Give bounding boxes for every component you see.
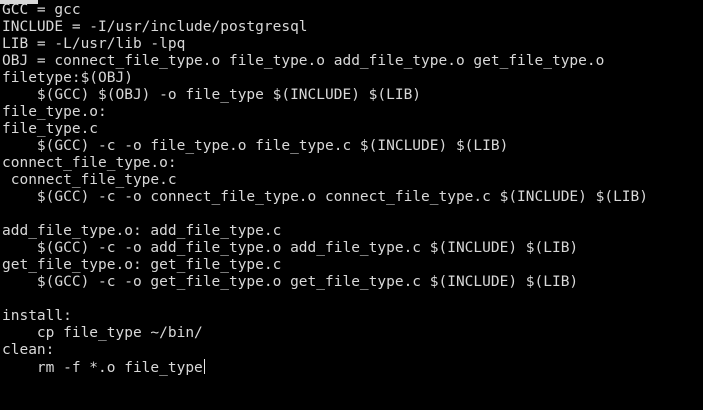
- code-line: INCLUDE = -I/usr/include/postgresql: [2, 19, 308, 35]
- code-line: connect_file_type.c: [2, 172, 177, 188]
- code-line-text: rm -f *.o file_type: [2, 360, 203, 376]
- code-line: LIB = -L/usr/lib -lpq: [2, 36, 186, 52]
- text-cursor: [203, 359, 205, 374]
- code-line: connect_file_type.o:: [2, 155, 177, 171]
- code-line: clean:: [2, 342, 55, 358]
- code-line: $(GCC) -c -o file_type.o file_type.c $(I…: [2, 138, 509, 154]
- code-line: GCC = gcc: [2, 2, 81, 18]
- code-line: $(GCC) $(OBJ) -o file_type $(INCLUDE) $(…: [2, 87, 422, 103]
- code-line: add_file_type.o: add_file_type.c: [2, 223, 282, 239]
- code-line-with-cursor: rm -f *.o file_type: [2, 359, 205, 376]
- code-line: file_type.c: [2, 121, 99, 137]
- terminal-editor[interactable]: GCC = gcc INCLUDE = -I/usr/include/postg…: [0, 0, 703, 410]
- code-line: get_file_type.o: get_file_type.c: [2, 257, 282, 273]
- code-line: filetype:$(OBJ): [2, 70, 133, 86]
- code-line: install:: [2, 308, 72, 324]
- code-line: OBJ = connect_file_type.o file_type.o ad…: [2, 53, 605, 69]
- code-line: $(GCC) -c -o connect_file_type.o connect…: [2, 189, 649, 205]
- code-line: file_type.o:: [2, 104, 107, 120]
- code-line: $(GCC) -c -o get_file_type.o get_file_ty…: [2, 274, 579, 290]
- code-line: cp file_type ~/bin/: [2, 325, 203, 341]
- code-line: $(GCC) -c -o add_file_type.o add_file_ty…: [2, 240, 579, 256]
